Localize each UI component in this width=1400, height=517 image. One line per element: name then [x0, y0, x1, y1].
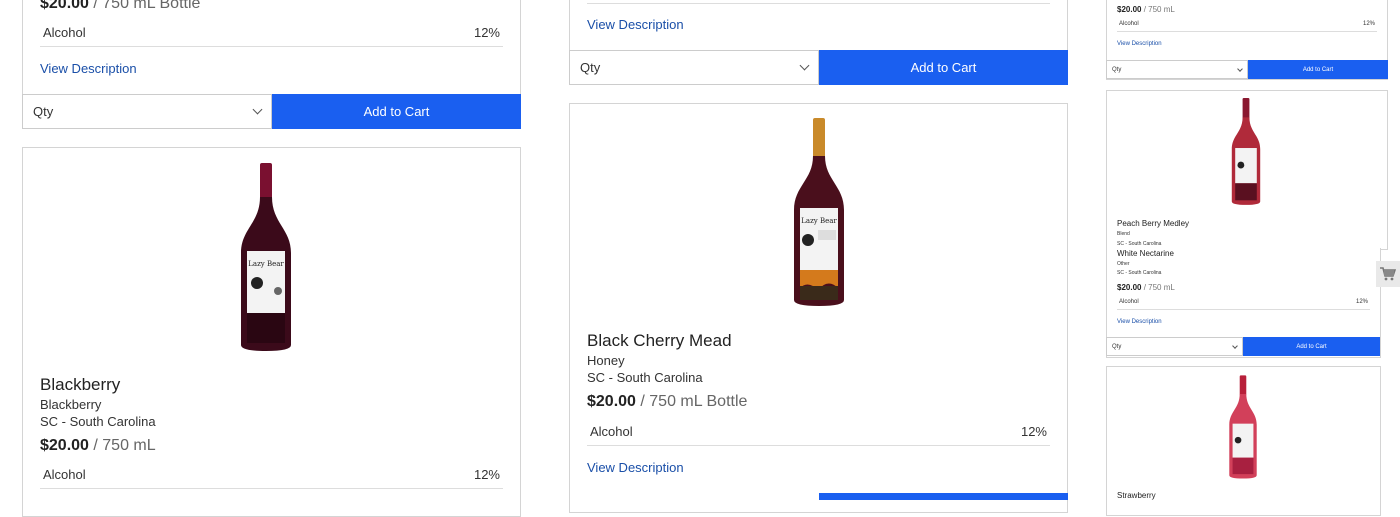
- chevron-down-icon: [1237, 65, 1243, 72]
- view-description-link[interactable]: View Description: [1117, 41, 1162, 47]
- wine-bottle-image: [1229, 375, 1257, 479]
- alcohol-label: Alcohol: [43, 25, 86, 40]
- product-type: Other: [1117, 261, 1130, 267]
- product-price: $20.00 / 750 mL Bottle: [587, 393, 747, 411]
- product-price: $20.00 / 750 mL Bottle: [40, 0, 200, 13]
- add-to-cart-button[interactable]: Add to Cart: [819, 50, 1068, 85]
- qty-select[interactable]: Qty: [569, 50, 819, 85]
- product-region: SC - South Carolina: [1117, 241, 1162, 247]
- product-name: Black Cherry Mead: [587, 331, 732, 350]
- qty-label: Qty: [1112, 343, 1122, 350]
- divider: [587, 3, 1050, 4]
- product-card-top-left: [22, 0, 521, 95]
- wine-bottle-image: Lazy Bear: [241, 163, 291, 351]
- product-price: $20.00 / 750 mL: [1117, 283, 1175, 292]
- alcohol-label: Alcohol: [590, 424, 633, 439]
- alcohol-value: 12%: [1355, 299, 1368, 305]
- product-region: SC - South Carolina: [40, 414, 156, 429]
- price-unit: / 750 mL: [1141, 5, 1175, 14]
- alcohol-row: Alcohol 12%: [40, 467, 503, 489]
- product-region: SC - South Carolina: [1117, 270, 1162, 276]
- add-to-cart-button[interactable]: Add to Cart: [272, 94, 521, 129]
- alcohol-label: Alcohol: [1119, 299, 1139, 305]
- product-type: Honey: [587, 353, 625, 368]
- product-name: Blackberry: [40, 375, 121, 394]
- qty-label: Qty: [580, 60, 601, 75]
- chevron-down-icon: [1232, 342, 1238, 349]
- qty-label: Qty: [1112, 66, 1122, 73]
- product-price: $20.00 / 750 mL: [1117, 5, 1175, 14]
- alcohol-label: Alcohol: [1119, 21, 1139, 27]
- view-description-link[interactable]: View Description: [40, 61, 137, 76]
- svg-text:Lazy Bear: Lazy Bear: [248, 260, 284, 268]
- qty-label: Qty: [33, 104, 54, 119]
- price-value: $20.00: [40, 437, 89, 454]
- product-name: Peach Berry Medley: [1117, 219, 1190, 228]
- view-description-link[interactable]: View Description: [587, 17, 684, 32]
- alcohol-row: Alcohol 12%: [1117, 299, 1370, 310]
- price-unit: / 750 mL Bottle: [635, 393, 748, 410]
- product-region: SC - South Carolina: [587, 370, 703, 385]
- qty-select[interactable]: Qty: [22, 94, 272, 129]
- product-price: $20.00 / 750 mL: [40, 437, 156, 455]
- chevron-down-icon: [799, 60, 810, 71]
- add-to-cart-button[interactable]: [819, 493, 1068, 500]
- view-description-link[interactable]: View Description: [1117, 319, 1162, 325]
- price-value: $20.00: [40, 0, 89, 12]
- product-type: Blackberry: [40, 397, 102, 412]
- wine-bottle-image: Lazy Bear: [794, 118, 844, 306]
- alcohol-label: Alcohol: [43, 467, 86, 482]
- alcohol-row: Alcohol 12%: [587, 424, 1050, 446]
- price-unit: / 750 mL: [1141, 283, 1175, 292]
- alcohol-row: Alcohol 12%: [1117, 21, 1377, 32]
- chevron-down-icon: [252, 104, 263, 115]
- alcohol-value: 12%: [473, 25, 500, 40]
- svg-text:Lazy Bear: Lazy Bear: [801, 217, 837, 225]
- qty-select[interactable]: Qty: [1106, 337, 1243, 356]
- add-to-cart-button[interactable]: Add to Cart: [1243, 337, 1380, 356]
- alcohol-value: 12%: [1362, 21, 1375, 27]
- product-type: Blend: [1117, 231, 1130, 237]
- cart-icon: [1380, 267, 1396, 281]
- price-unit: / 750 mL Bottle: [88, 0, 201, 12]
- product-name: White Nectarine: [1117, 249, 1174, 258]
- add-to-cart-button[interactable]: Add to Cart: [1248, 60, 1388, 79]
- price-value: $20.00: [1117, 5, 1142, 14]
- alcohol-row: Alcohol 12%: [40, 25, 503, 47]
- cart-tab[interactable]: [1376, 261, 1400, 287]
- view-description-link[interactable]: View Description: [587, 460, 684, 475]
- product-name: Strawberry: [1117, 491, 1156, 500]
- alcohol-value: 12%: [1020, 424, 1047, 439]
- price-value: $20.00: [1117, 283, 1142, 292]
- wine-bottle-image: [1231, 98, 1261, 205]
- qty-select[interactable]: Qty: [1106, 60, 1248, 79]
- price-value: $20.00: [587, 393, 636, 410]
- price-unit: / 750 mL: [88, 437, 156, 454]
- alcohol-value: 12%: [473, 467, 500, 482]
